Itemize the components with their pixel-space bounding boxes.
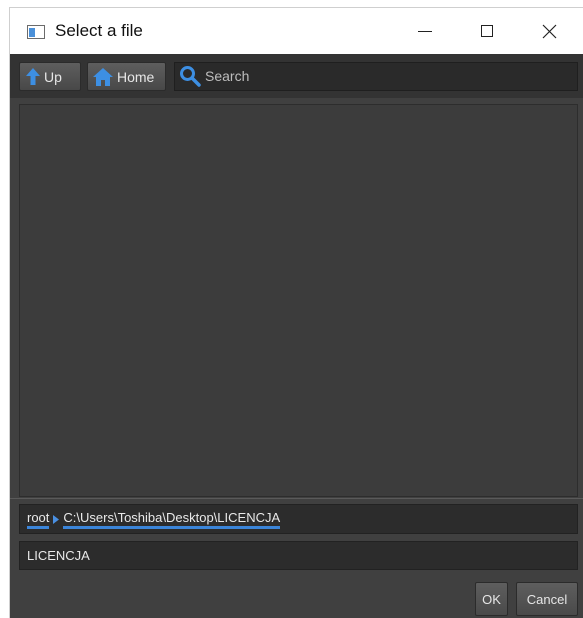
home-button[interactable]: Home (87, 62, 166, 91)
minimize-icon (418, 30, 432, 32)
search-input[interactable] (205, 65, 565, 87)
home-icon (93, 67, 113, 86)
cancel-button[interactable]: Cancel (516, 582, 578, 616)
file-list[interactable] (19, 104, 578, 497)
breadcrumb: root C:\Users\Toshiba\Desktop\LICENCJA (19, 504, 578, 534)
minimize-button[interactable] (395, 8, 455, 54)
ok-button[interactable]: OK (475, 582, 508, 616)
up-button[interactable]: Up (19, 62, 81, 91)
close-button[interactable] (519, 8, 579, 54)
title-bar[interactable]: Select a file (10, 8, 583, 54)
chevron-right-icon (53, 514, 60, 524)
home-button-label: Home (117, 68, 155, 85)
divider (10, 498, 583, 499)
breadcrumb-current-link[interactable]: C:\Users\Toshiba\Desktop\LICENCJA (63, 510, 281, 529)
window-icon (27, 25, 45, 39)
toolbar: Up Home (10, 54, 583, 98)
window-title: Select a file (55, 21, 143, 40)
maximize-button[interactable] (457, 8, 517, 54)
up-button-label: Up (44, 68, 62, 85)
search-box[interactable] (174, 62, 578, 91)
filename-field[interactable] (19, 541, 578, 570)
maximize-icon (481, 25, 493, 37)
file-dialog: Select a file Up Home Search root C:\Use… (10, 8, 583, 618)
search-icon (180, 66, 201, 87)
close-icon (542, 24, 556, 38)
arrow-up-icon (26, 68, 40, 85)
breadcrumb-root-link[interactable]: root (27, 510, 50, 529)
